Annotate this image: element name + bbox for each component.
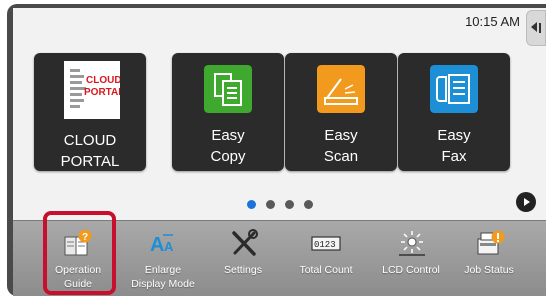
shortcut-label: Settings	[203, 263, 283, 277]
collapse-left-icon	[531, 22, 537, 32]
shortcut-label-line2: Display Mode	[131, 278, 195, 290]
app-tile-easy-copy[interactable]: Easy Copy	[172, 53, 284, 171]
shortcut-label: Total Count	[281, 263, 371, 277]
clock: 10:15 AM	[465, 14, 520, 29]
page-dot-1[interactable]	[246, 200, 256, 209]
shortcut-settings[interactable]: Settings	[203, 221, 283, 296]
shortcut-job-status[interactable]: Job Status	[449, 221, 529, 296]
app-label-easy-fax-1: Easy	[437, 127, 471, 144]
enlarge-display-icon: A A	[150, 234, 174, 256]
next-page-button[interactable]	[516, 192, 536, 212]
page-dot-3[interactable]	[284, 200, 294, 209]
copy-icon	[204, 65, 252, 113]
shortcut-label: LCD Control	[371, 263, 451, 277]
page-dot-4[interactable]	[303, 200, 313, 209]
cloud-logo-line1: CLOUD	[86, 75, 120, 86]
scan-icon	[317, 65, 365, 113]
total-count-icon: 0123	[311, 236, 341, 251]
app-label-cloud-portal: CLOUD PORTAL	[60, 132, 120, 170]
side-panel-tab[interactable]	[526, 10, 546, 46]
svg-text:A: A	[164, 239, 174, 254]
shortcut-lcd-control[interactable]: LCD Control	[371, 221, 451, 296]
total-count-counter-text: 0123	[314, 240, 336, 250]
collapse-bar-icon	[539, 23, 541, 33]
play-right-icon	[524, 198, 530, 206]
settings-icon	[232, 229, 258, 256]
lcd-control-icon	[399, 231, 425, 256]
app-label-easy-scan-1: Easy	[324, 127, 358, 144]
cloud-portal-logo: CLOUD PORTAL	[64, 61, 120, 119]
app-label-easy-fax-2: Fax	[441, 148, 467, 165]
shortcut-label: Enlarge Display Mode	[123, 263, 203, 291]
svg-text:A: A	[150, 234, 164, 256]
app-label-easy-copy-2: Copy	[210, 148, 246, 165]
shortcut-label-line1: Total Count	[299, 264, 353, 276]
home-screen: 10:15 AM CLOUD PORTAL CLOUD PORTAL	[13, 8, 546, 296]
shortcut-label-line1: LCD Control	[382, 264, 440, 276]
app-label-easy-copy-1: Easy	[211, 127, 245, 144]
app-tile-cloud-portal[interactable]: CLOUD PORTAL CLOUD PORTAL	[34, 53, 146, 171]
fax-icon	[430, 65, 478, 113]
app-tile-easy-fax[interactable]: Easy Fax	[398, 53, 510, 171]
cloud-logo-line2: PORTAL	[84, 87, 120, 98]
app-label-easy-scan-2: Scan	[323, 148, 359, 165]
job-status-icon	[477, 230, 505, 255]
shortcut-label-line1: Settings	[224, 264, 262, 276]
app-tile-easy-scan[interactable]: Easy Scan	[285, 53, 397, 171]
shortcut-label-line1: Job Status	[464, 264, 514, 276]
page-dot-2[interactable]	[265, 200, 275, 209]
shortcut-label: Job Status	[449, 263, 529, 277]
shortcut-total-count[interactable]: 0123 Total Count	[281, 221, 371, 296]
shortcut-label-line1: Enlarge	[144, 264, 182, 276]
shortcut-enlarge-display-mode[interactable]: A A Enlarge Display Mode	[123, 221, 203, 296]
operation-guide-highlight	[43, 211, 116, 295]
